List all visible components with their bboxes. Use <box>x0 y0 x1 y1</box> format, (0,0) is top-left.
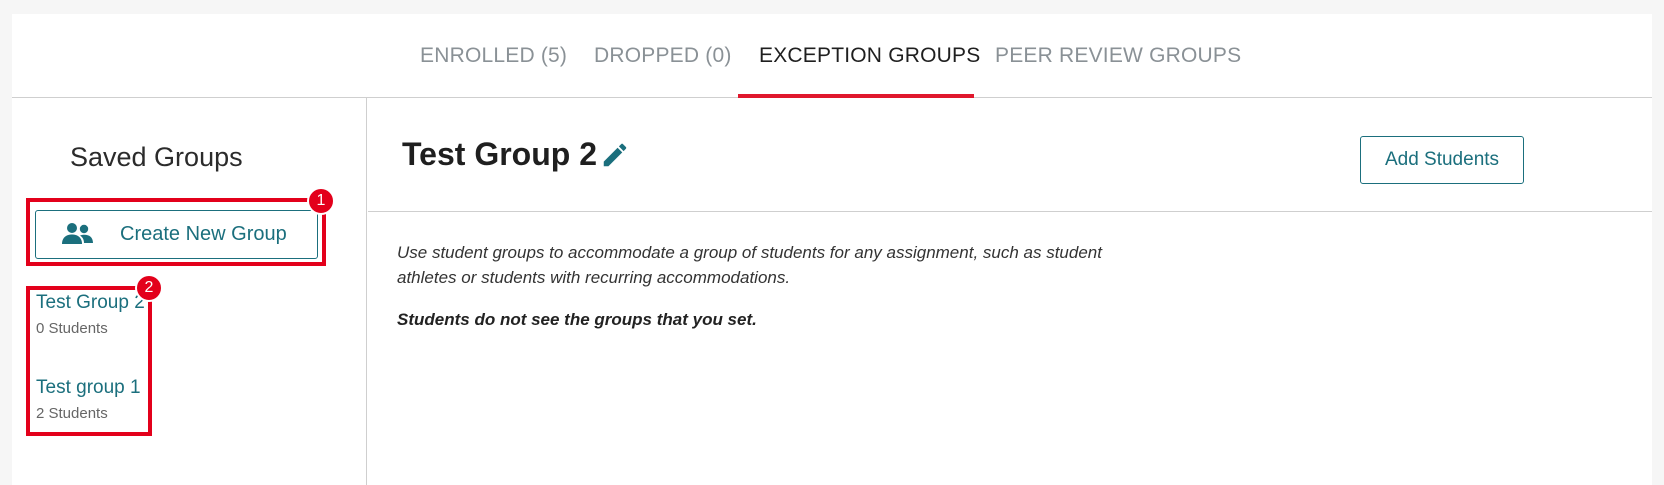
tab-exception-groups[interactable]: EXCEPTION GROUPS <box>759 44 980 68</box>
annotation-box-2 <box>26 286 152 436</box>
annotation-box-1 <box>26 198 326 266</box>
annotation-badge-2: 2 <box>135 274 163 302</box>
tab-enrolled[interactable]: ENROLLED (5) <box>420 44 567 68</box>
main-panel: Test Group 2 Add Students Use student gr… <box>368 98 1652 485</box>
annotation-badge-1: 1 <box>307 187 335 215</box>
pencil-icon[interactable] <box>600 140 630 175</box>
tab-dropped[interactable]: DROPPED (0) <box>594 44 732 68</box>
visibility-note: Students do not see the groups that you … <box>397 310 757 329</box>
tab-peer-review-groups[interactable]: PEER REVIEW GROUPS <box>995 44 1241 68</box>
add-students-button[interactable]: Add Students <box>1360 136 1524 184</box>
tab-bar: ENROLLED (5) DROPPED (0) EXCEPTION GROUP… <box>12 14 1652 98</box>
group-description: Use student groups to accommodate a grou… <box>397 243 1102 287</box>
group-title: Test Group 2 <box>402 136 597 172</box>
group-header: Test Group 2 Add Students <box>368 98 1652 212</box>
saved-groups-title: Saved Groups <box>70 142 243 172</box>
